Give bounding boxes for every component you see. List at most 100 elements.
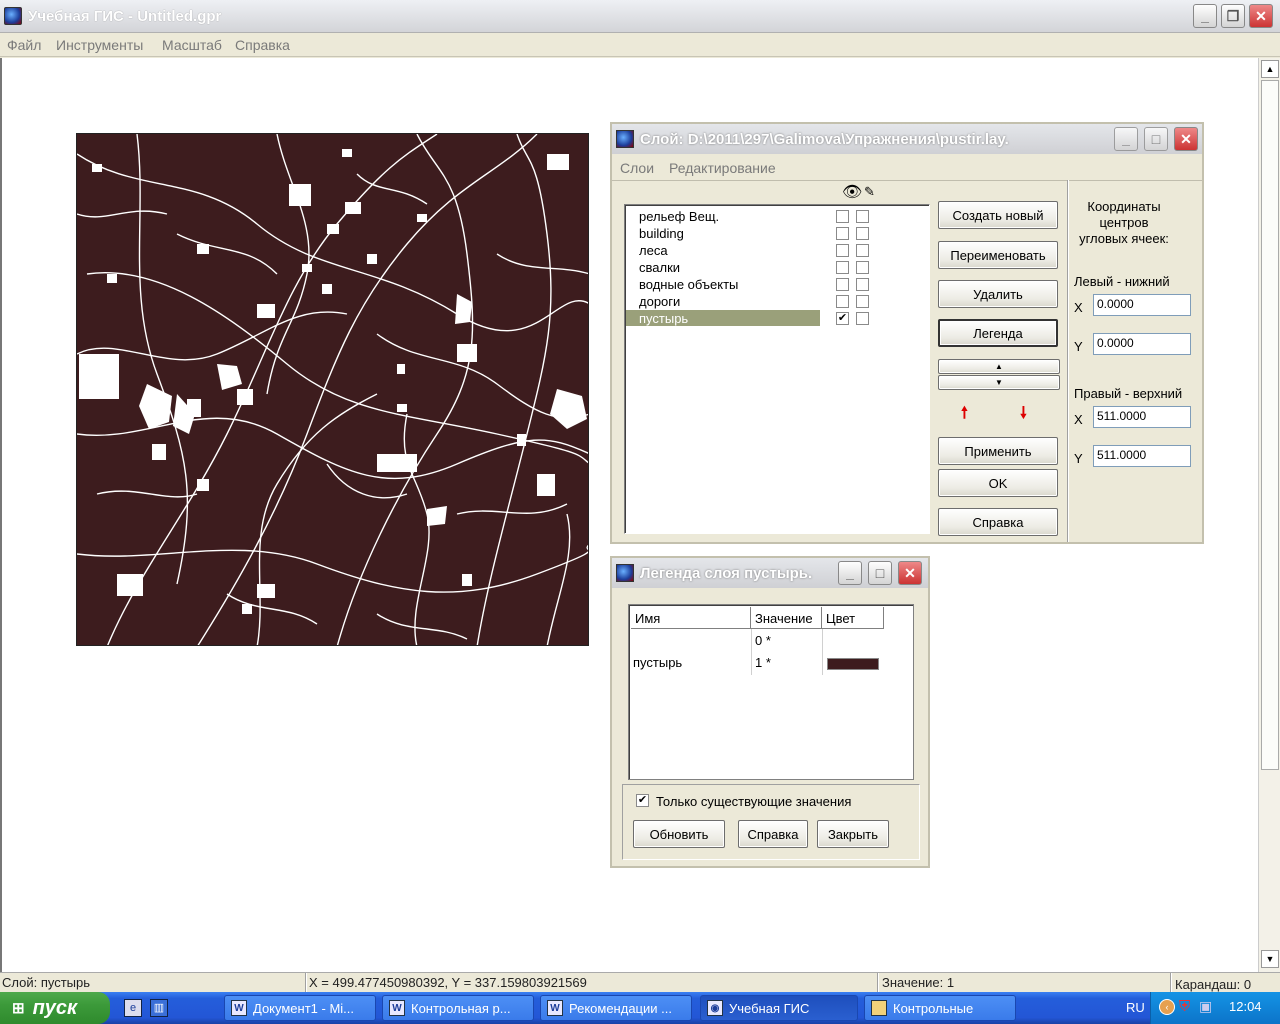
- legend-dialog-title: Легенда слоя пустырь.: [640, 565, 813, 582]
- layer-edit-checkbox[interactable]: [856, 244, 869, 257]
- layer-dialog-close-button[interactable]: ✕: [1174, 127, 1198, 151]
- layer-visible-checkbox-checked[interactable]: ✔: [836, 312, 849, 325]
- layer-edit-checkbox[interactable]: [856, 261, 869, 274]
- layer-visible-checkbox[interactable]: [836, 261, 849, 274]
- ur-x-input[interactable]: 511.0000: [1093, 406, 1191, 428]
- layer-item-selected[interactable]: пустырь: [639, 311, 688, 327]
- scroll-up-small-button[interactable]: ▲: [938, 359, 1060, 374]
- layer-item[interactable]: водные объекты: [639, 277, 738, 293]
- layer-visible-checkbox[interactable]: [836, 210, 849, 223]
- quicklaunch-app-icon[interactable]: ▥: [150, 999, 168, 1017]
- layer-menu-edit[interactable]: Редактирование: [669, 160, 776, 176]
- legend-color-swatch[interactable]: [827, 658, 879, 670]
- tray-arrow-icon[interactable]: ‹: [1159, 999, 1175, 1015]
- layer-item[interactable]: дороги: [639, 294, 680, 310]
- legend-maximize-button[interactable]: □: [868, 561, 892, 585]
- scroll-down-small-button[interactable]: ▼: [938, 375, 1060, 390]
- layer-dialog-minimize-button[interactable]: _: [1114, 127, 1138, 151]
- maximize-button[interactable]: ❐: [1221, 4, 1245, 28]
- layer-dialog[interactable]: Слой: D:\2011\297\Galimova\Упражнения\pu…: [610, 122, 1204, 544]
- layer-dialog-titlebar[interactable]: Слой: D:\2011\297\Galimova\Упражнения\pu…: [612, 124, 1202, 154]
- only-existing-checkbox[interactable]: ✔: [636, 794, 649, 807]
- status-separator: [877, 973, 879, 993]
- word-icon: W: [389, 1000, 405, 1016]
- layer-edit-checkbox[interactable]: [856, 227, 869, 240]
- visibility-eye-icon: 👁: [842, 184, 863, 201]
- layer-edit-checkbox[interactable]: [856, 278, 869, 291]
- ll-y-input[interactable]: 0.0000: [1093, 333, 1191, 355]
- layer-item[interactable]: леса: [639, 243, 668, 259]
- legend-col-value[interactable]: Значение: [751, 607, 822, 629]
- quicklaunch-ie-icon[interactable]: e: [124, 999, 142, 1017]
- scroll-down-button[interactable]: ▼: [1261, 950, 1279, 968]
- ll-x-input[interactable]: 0.0000: [1093, 294, 1191, 316]
- task-rekomendatsii[interactable]: W Рекомендации ...: [540, 995, 692, 1021]
- tray-network-icon[interactable]: ▣: [1199, 998, 1212, 1015]
- layer-visible-checkbox[interactable]: [836, 244, 849, 257]
- status-separator: [305, 973, 307, 993]
- start-button[interactable]: ⊞ пуск: [0, 992, 110, 1024]
- create-layer-button[interactable]: Создать новый: [938, 201, 1058, 229]
- statusbar: Слой: пустырь X = 499.477450980392, Y = …: [0, 972, 1280, 993]
- task-label: Рекомендации ...: [569, 1000, 672, 1016]
- legend-row-value: 0 *: [755, 633, 771, 648]
- language-indicator[interactable]: RU: [1126, 1000, 1145, 1015]
- layer-item[interactable]: building: [639, 226, 684, 242]
- lower-left-label: Левый - нижний: [1074, 274, 1170, 289]
- word-icon: W: [231, 1000, 247, 1016]
- legend-col-name[interactable]: Имя: [631, 607, 751, 629]
- menu-scale[interactable]: Масштаб: [162, 37, 222, 53]
- legend-help-button[interactable]: Справка: [738, 820, 808, 848]
- layer-edit-checkbox[interactable]: [856, 312, 869, 325]
- legend-close-x-button[interactable]: ✕: [898, 561, 922, 585]
- only-existing-label: Только существующие значения: [656, 794, 852, 809]
- layer-visible-checkbox[interactable]: [836, 295, 849, 308]
- tray-shield-icon[interactable]: ⛨: [1179, 998, 1190, 1015]
- vertical-scrollbar[interactable]: ▲ ▼: [1258, 58, 1280, 972]
- task-label: Учебная ГИС: [729, 1000, 810, 1016]
- legend-grid-line: [751, 629, 752, 675]
- legend-button[interactable]: Легенда: [938, 319, 1058, 347]
- rename-layer-button[interactable]: Переименовать: [938, 241, 1058, 269]
- ur-y-input[interactable]: 511.0000: [1093, 445, 1191, 467]
- task-kontrolnaya[interactable]: W Контрольная р...: [382, 995, 534, 1021]
- status-separator: [1170, 973, 1172, 993]
- delete-layer-button[interactable]: Удалить: [938, 280, 1058, 308]
- task-uchebnaya-gis[interactable]: ◉ Учебная ГИС: [700, 995, 858, 1021]
- layer-list[interactable]: рельеф Вещ. building леса свалки водные …: [624, 204, 930, 534]
- app-titlebar[interactable]: Учебная ГИС - Untitled.gpr _ ❐ ✕: [0, 0, 1280, 33]
- layer-dialog-maximize-button[interactable]: □: [1144, 127, 1168, 151]
- raster-map[interactable]: [76, 133, 589, 646]
- layer-item[interactable]: рельеф Вещ.: [639, 209, 719, 225]
- scroll-up-button[interactable]: ▲: [1261, 60, 1279, 78]
- menu-help[interactable]: Справка: [235, 37, 290, 53]
- task-kontrolnye-folder[interactable]: Контрольные: [864, 995, 1016, 1021]
- task-document1[interactable]: W Документ1 - Mi...: [224, 995, 376, 1021]
- legend-table[interactable]: Имя Значение Цвет пустырь 0 * 1 *: [628, 604, 914, 780]
- legend-row-name[interactable]: пустырь: [633, 655, 682, 670]
- menu-file[interactable]: Файл: [7, 37, 41, 53]
- system-tray: ‹ ⛨ ▣ 12:04: [1150, 992, 1280, 1024]
- move-down-arrow-icon[interactable]: 🠗: [1020, 402, 1027, 429]
- legend-col-color[interactable]: Цвет: [822, 607, 884, 629]
- apply-button[interactable]: Применить: [938, 437, 1058, 465]
- layer-edit-checkbox[interactable]: [856, 295, 869, 308]
- layer-menu-layers[interactable]: Слои: [620, 160, 654, 176]
- legend-grid-line: [822, 629, 823, 675]
- minimize-button[interactable]: _: [1193, 4, 1217, 28]
- layer-item[interactable]: свалки: [639, 260, 680, 276]
- refresh-button[interactable]: Обновить: [633, 820, 725, 848]
- close-button[interactable]: ✕: [1249, 4, 1273, 28]
- legend-minimize-button[interactable]: _: [838, 561, 862, 585]
- help-button[interactable]: Справка: [938, 508, 1058, 536]
- layer-visible-checkbox[interactable]: [836, 227, 849, 240]
- layer-edit-checkbox[interactable]: [856, 210, 869, 223]
- legend-dialog[interactable]: Легенда слоя пустырь. _ □ ✕ Имя Значение…: [610, 556, 930, 868]
- move-up-arrow-icon[interactable]: 🠕: [961, 402, 968, 429]
- menu-tools[interactable]: Инструменты: [56, 37, 143, 53]
- scroll-thumb[interactable]: [1261, 80, 1279, 770]
- layer-visible-checkbox[interactable]: [836, 278, 849, 291]
- legend-close-button[interactable]: Закрыть: [817, 820, 889, 848]
- ok-button[interactable]: OK: [938, 469, 1058, 497]
- legend-dialog-titlebar[interactable]: Легенда слоя пустырь. _ □ ✕: [612, 558, 928, 588]
